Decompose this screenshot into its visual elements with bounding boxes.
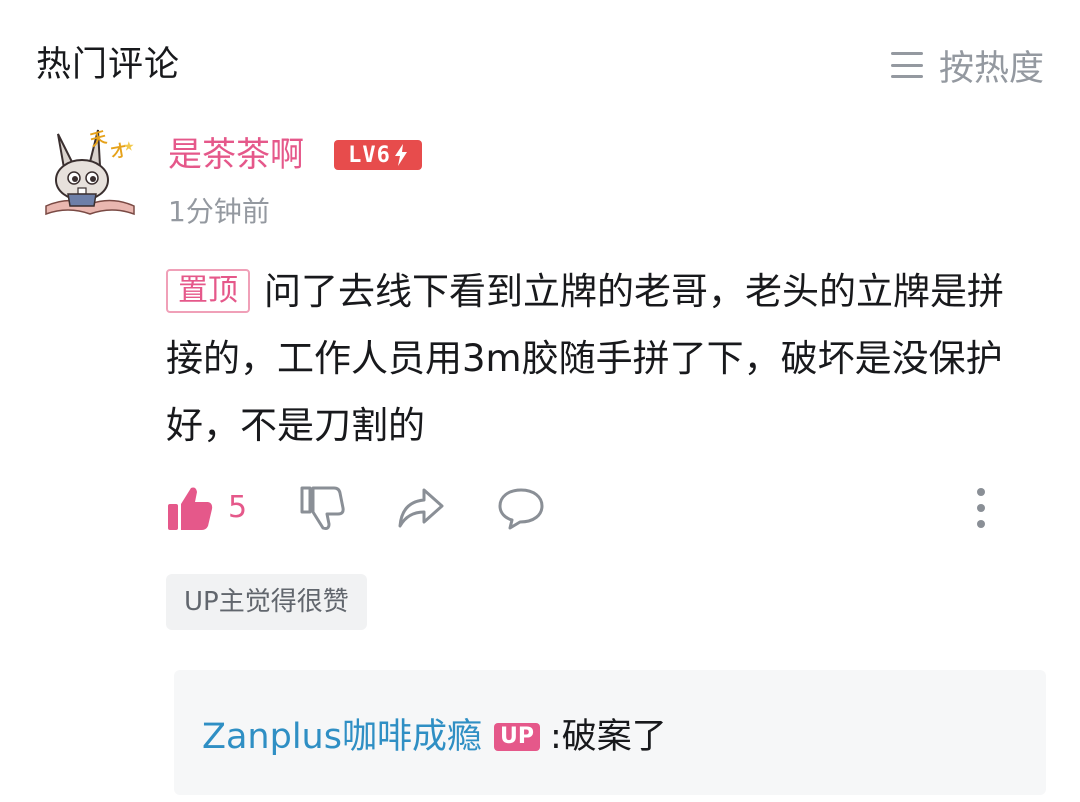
comment-time: 1分钟前: [168, 195, 270, 228]
up-badge: UP: [493, 723, 540, 751]
avatar[interactable]: 天 才: [40, 122, 140, 222]
level-badge: LV6: [334, 140, 422, 170]
more-icon[interactable]: [966, 484, 996, 532]
comment-text: 问了去线下看到立牌的老哥，老头的立牌是拼接的，工作人员用3m胶随手拼了下，破坏是…: [166, 270, 1004, 447]
pinned-badge: 置顶: [166, 269, 250, 313]
lightning-icon: [394, 144, 407, 166]
reply-separator: :: [549, 717, 562, 757]
sort-label: 按热度: [938, 48, 1044, 89]
section-title: 热门评论: [36, 45, 181, 85]
svg-text:才: 才: [109, 140, 128, 161]
dislike-icon[interactable]: [298, 484, 346, 532]
reply-line: Zanplus咖啡成瘾 UP : 破案了: [202, 712, 667, 762]
reply-icon[interactable]: [496, 484, 546, 532]
like-icon[interactable]: [166, 484, 214, 532]
sort-button[interactable]: 按热度: [890, 40, 1044, 90]
comment-content: 置顶 问了去线下看到立牌的老哥，老头的立牌是拼接的，工作人员用3m胶随手拼了下，破…: [166, 258, 1036, 459]
up-liked-tag: UP主觉得很赞: [166, 574, 367, 630]
share-icon[interactable]: [396, 484, 446, 532]
reply-text: 破案了: [561, 717, 667, 757]
comment-username[interactable]: 是茶茶啊: [168, 132, 304, 178]
reply-username[interactable]: Zanplus咖啡成瘾: [202, 712, 482, 762]
svg-text:天: 天: [88, 127, 109, 150]
level-label: LV6: [348, 142, 391, 168]
like-count: 5: [228, 490, 248, 525]
sort-icon: [890, 52, 923, 78]
